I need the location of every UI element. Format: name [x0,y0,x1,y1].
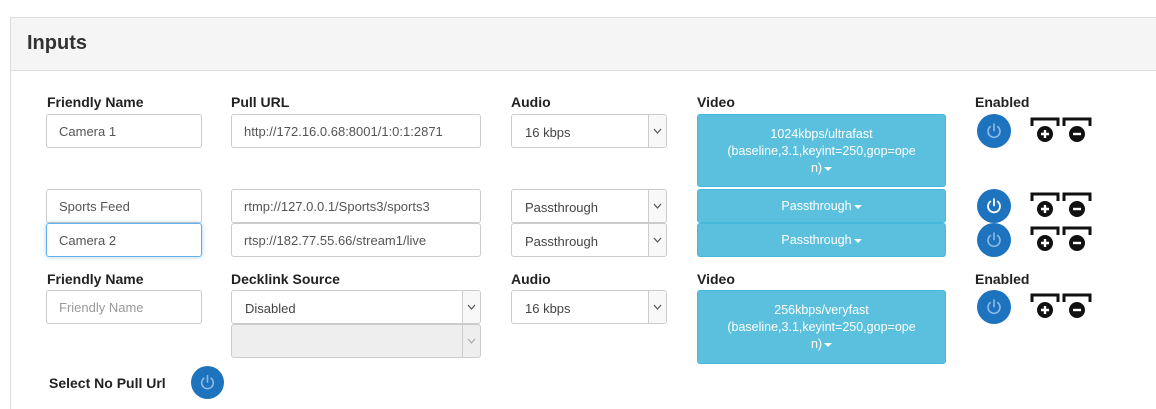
add-input-button[interactable] [1030,191,1060,219]
audio-select[interactable]: 16 kbps [511,290,667,324]
add-input-button[interactable] [1030,292,1060,320]
power-icon [987,232,1001,248]
power-toggle-button[interactable] [977,290,1011,324]
video-profile-button[interactable]: 256kbps/veryfast (baseline,3.1,keyint=25… [697,290,946,364]
remove-input-icon [1062,192,1092,217]
remove-input-button[interactable] [1062,292,1092,320]
power-toggle-button[interactable] [977,223,1011,257]
video-profile-button[interactable]: Passthrough [697,189,946,223]
audio-select-value: 16 kbps [525,125,571,140]
remove-input-icon [1062,117,1092,142]
friendly-name-input[interactable] [46,114,202,148]
video-profile-label: Passthrough [781,233,852,247]
chevron-down-icon [648,291,666,323]
caret-down-icon [853,238,862,243]
add-input-button[interactable] [1030,116,1060,144]
header-video: Video [697,94,735,110]
video-profile-line: n) [810,161,823,175]
header-audio: Audio [511,94,551,110]
remove-input-button[interactable] [1062,225,1092,253]
chevron-down-icon [648,224,666,256]
video-profile-button[interactable]: 1024kbps/ultrafast (baseline,3.1,keyint=… [697,114,946,187]
add-input-icon [1030,192,1060,217]
add-input-icon [1030,117,1060,142]
panel-title: Inputs [27,32,87,54]
caret-down-icon [824,166,833,171]
remove-input-button[interactable] [1062,116,1092,144]
header-friendly-name: Friendly Name [47,94,144,110]
audio-select-value: Passthrough [525,234,598,249]
decklink-source-select[interactable]: Disabled [231,290,481,324]
power-icon [987,198,1001,214]
pull-url-input[interactable] [231,223,481,257]
header-audio: Audio [511,271,551,287]
audio-select-value: Passthrough [525,200,598,215]
decklink-sub-select [231,324,481,358]
video-profile-line: (baseline,3.1,keyint=250,gop=ope [727,320,916,334]
audio-select[interactable]: Passthrough [511,223,667,257]
header-enabled: Enabled [975,94,1030,110]
video-profile-line: (baseline,3.1,keyint=250,gop=ope [727,144,916,158]
chevron-down-icon [648,190,666,222]
caret-down-icon [853,204,862,209]
add-input-button[interactable] [1030,225,1060,253]
power-icon [987,123,1001,139]
header-decklink-source: Decklink Source [231,271,340,287]
power-toggle-button[interactable] [977,114,1011,148]
power-icon [200,374,215,390]
video-profile-line: 1024kbps/ultrafast [770,127,873,141]
video-profile-label: Passthrough [781,199,852,213]
select-no-pull-url-label: Select No Pull Url [49,375,166,391]
audio-select[interactable]: Passthrough [511,189,667,223]
chevron-down-icon [462,325,480,357]
select-no-pull-url-toggle[interactable] [191,366,224,399]
pull-url-input[interactable] [231,189,481,223]
header-video: Video [697,271,735,287]
chevron-down-icon [462,291,480,323]
power-toggle-button[interactable] [977,189,1011,223]
friendly-name-input[interactable] [46,189,202,223]
header-enabled: Enabled [975,271,1030,287]
decklink-source-value: Disabled [245,301,296,316]
power-icon [987,299,1001,315]
new-friendly-name-input[interactable] [46,290,202,324]
panel-heading: Inputs [11,18,1156,71]
remove-input-button[interactable] [1062,191,1092,219]
header-pull-url: Pull URL [231,94,290,110]
header-friendly-name: Friendly Name [47,271,144,287]
pull-url-input[interactable] [231,114,481,148]
video-profile-button[interactable]: Passthrough [697,223,946,257]
audio-select-value: 16 kbps [525,301,571,316]
remove-input-icon [1062,293,1092,318]
audio-select[interactable]: 16 kbps [511,114,667,148]
caret-down-icon [824,342,833,347]
friendly-name-input[interactable] [46,223,202,257]
remove-input-icon [1062,226,1092,251]
video-profile-line: 256kbps/veryfast [774,303,869,317]
add-input-icon [1030,293,1060,318]
video-profile-line: n) [810,337,823,351]
chevron-down-icon [648,115,666,147]
add-input-icon [1030,226,1060,251]
